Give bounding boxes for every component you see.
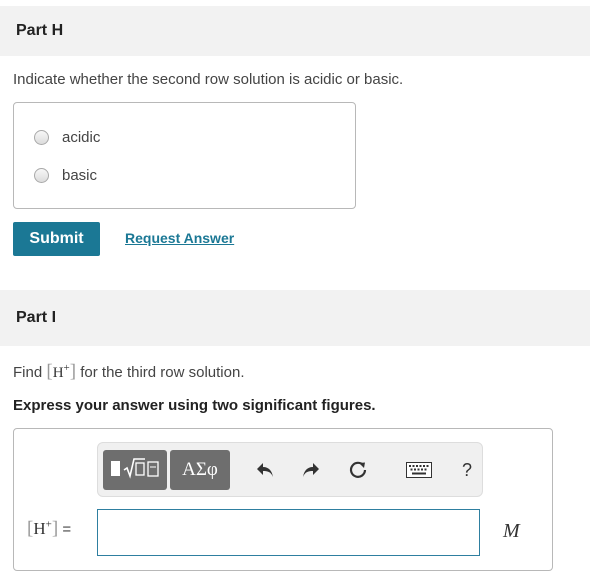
redo-icon[interactable]: [299, 458, 323, 482]
part-i-question-suffix: for the third row solution.: [76, 364, 245, 381]
part-h-question: Indicate whether the second row solution…: [13, 71, 404, 88]
math-toolbar: ΑΣφ ?: [97, 442, 483, 497]
answer-input[interactable]: [97, 509, 480, 556]
part-i-title: Part I: [16, 309, 57, 326]
part-h-title: Part H: [16, 22, 64, 39]
templates-button[interactable]: [103, 450, 167, 490]
symbols-button[interactable]: ΑΣφ: [170, 450, 230, 490]
help-icon[interactable]: ?: [455, 458, 479, 482]
undo-icon[interactable]: [253, 458, 277, 482]
unit-label: M: [503, 520, 520, 542]
radio-acidic[interactable]: [34, 130, 49, 145]
label-math-h: H: [33, 519, 46, 538]
templates-icon: [109, 454, 161, 487]
instruction-text: Express your answer using two significan…: [13, 397, 376, 414]
part-i-header: Part I: [0, 290, 590, 346]
answer-box: ΑΣφ ? [H+] = M: [13, 428, 553, 571]
keyboard-icon[interactable]: [406, 458, 432, 482]
part-i-question-prefix: Find: [13, 364, 47, 381]
choice-acidic-label: acidic: [62, 129, 101, 146]
submit-button[interactable]: Submit: [13, 222, 100, 256]
part-h-header: Part H: [0, 6, 590, 56]
radio-basic[interactable]: [34, 168, 49, 183]
answer-choices: acidic basic: [13, 102, 356, 209]
choice-basic-label: basic: [62, 167, 98, 184]
choice-acidic[interactable]: acidic: [34, 129, 100, 146]
choice-basic[interactable]: basic: [34, 167, 97, 184]
request-answer-link[interactable]: Request Answer: [125, 230, 234, 246]
part-i-question: Find [H+] for the third row solution.: [13, 361, 245, 383]
math-h: H: [52, 365, 64, 381]
reset-icon[interactable]: [346, 458, 370, 482]
answer-label: [H+] =: [27, 518, 71, 540]
label-equals: =: [58, 521, 72, 538]
